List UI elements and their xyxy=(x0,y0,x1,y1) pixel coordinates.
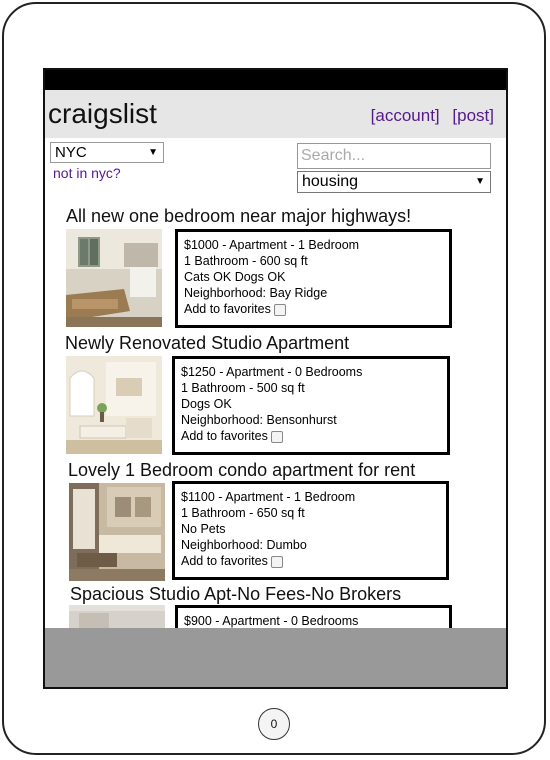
listing-info-box: $1100 - Apartment - 1 Bedroom 1 Bathroom… xyxy=(172,481,449,580)
craigslist-logo[interactable]: craigslist xyxy=(48,98,157,130)
favorite-checkbox[interactable] xyxy=(270,430,283,443)
listing-price-type: $1100 - Apartment - 1 Bedroom xyxy=(181,490,356,504)
listing-price-type: $1250 - Apartment - 0 Bedrooms xyxy=(181,365,363,379)
listing-price-type: $900 - Apartment - 0 Bedrooms xyxy=(184,614,359,628)
listing-neighborhood: Neighborhood: Bay Ridge xyxy=(184,286,328,300)
listing-neighborhood: Neighborhood: Dumbo xyxy=(181,538,307,552)
city-select-value: NYC xyxy=(55,144,87,161)
favorites-label: Add to favorites xyxy=(181,554,268,568)
listing-bath-size: 1 Bathroom - 650 sq ft xyxy=(181,506,305,520)
add-to-favorites: Add to favorites xyxy=(181,553,440,569)
header: craigslist [account] [post] xyxy=(45,90,506,138)
listing-bath-size: 1 Bathroom - 500 sq ft xyxy=(181,381,305,395)
header-links: [account] [post] xyxy=(363,106,494,126)
dropdown-arrow-icon: ▼ xyxy=(475,176,485,187)
category-select-value: housing xyxy=(302,173,359,190)
category-select[interactable]: housing ▼ xyxy=(297,171,491,193)
listing-title[interactable]: Spacious Studio Apt-No Fees-No Brokers xyxy=(70,584,401,605)
favorites-label: Add to favorites xyxy=(181,429,268,443)
favorites-label: Add to favorites xyxy=(184,302,271,316)
tablet-screen: craigslist [account] [post] NYC ▼ not in… xyxy=(43,68,508,689)
listing-photo[interactable] xyxy=(66,229,162,327)
listing-photo[interactable] xyxy=(66,356,162,454)
add-to-favorites: Add to favorites xyxy=(184,301,443,317)
listing-info-box: $1000 - Apartment - 1 Bedroom 1 Bathroom… xyxy=(175,229,452,328)
bottom-bar xyxy=(45,628,506,687)
post-link[interactable]: [post] xyxy=(452,106,494,125)
dropdown-arrow-icon: ▼ xyxy=(148,147,158,158)
search-input[interactable] xyxy=(297,143,491,169)
listing-info-box: $1250 - Apartment - 0 Bedrooms 1 Bathroo… xyxy=(172,356,450,455)
listing-bath-size: 1 Bathroom - 600 sq ft xyxy=(184,254,308,268)
listing-title[interactable]: Lovely 1 Bedroom condo apartment for ren… xyxy=(68,460,415,481)
status-bar xyxy=(45,70,506,90)
listing-neighborhood: Neighborhood: Bensonhurst xyxy=(181,413,337,427)
favorite-checkbox[interactable] xyxy=(270,555,283,568)
city-select[interactable]: NYC ▼ xyxy=(50,142,164,163)
account-link[interactable]: [account] xyxy=(371,106,440,125)
listing-photo[interactable] xyxy=(69,483,165,581)
favorite-checkbox[interactable] xyxy=(273,303,286,316)
not-in-nyc-link[interactable]: not in nyc? xyxy=(53,165,121,181)
listing-pets: Dogs OK xyxy=(181,397,232,411)
home-button[interactable]: 0 xyxy=(258,708,290,740)
listing-title[interactable]: Newly Renovated Studio Apartment xyxy=(65,333,349,354)
listing-price-type: $1000 - Apartment - 1 Bedroom xyxy=(184,238,360,252)
add-to-favorites: Add to favorites xyxy=(181,428,441,444)
listing-photo[interactable] xyxy=(69,605,165,628)
listing-pets: Cats OK Dogs OK xyxy=(184,270,286,284)
listing-title[interactable]: All new one bedroom near major highways! xyxy=(66,206,411,227)
listing-pets: No Pets xyxy=(181,522,226,536)
